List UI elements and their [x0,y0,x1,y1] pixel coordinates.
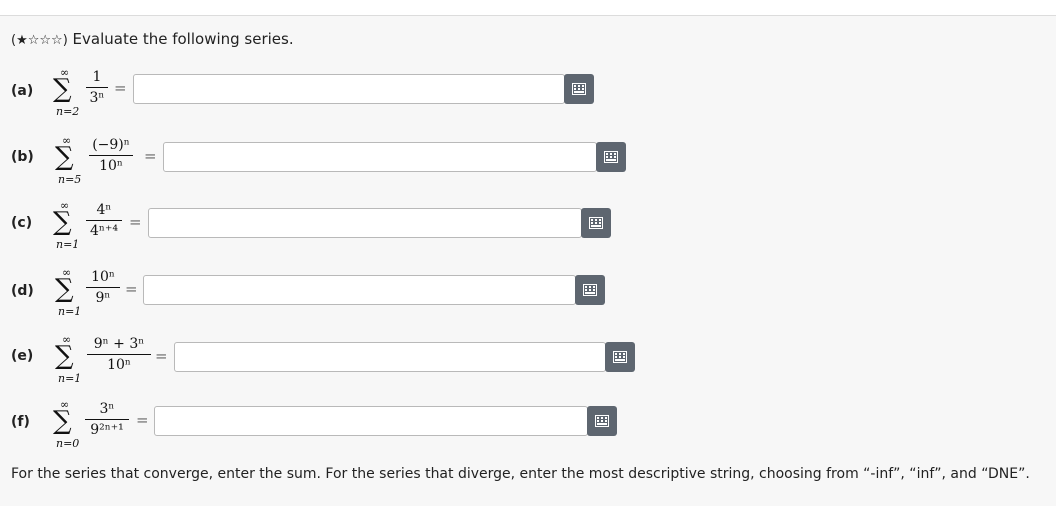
difficulty-stars: (★☆☆☆) [11,33,68,48]
sigma-icon: ∑ [53,406,72,436]
sigma-icon: ∑ [55,274,74,304]
sigma-icon: ∑ [55,341,74,371]
lower-limit: n=0 [56,437,80,450]
part-d: (d) ∞ ∑ n=1 10ⁿ 9ⁿ = [0,266,1056,336]
equals-sign: = [114,79,127,97]
equals-sign: = [129,213,142,231]
numerator: 4ⁿ [96,202,112,218]
math-keyboard-button-b[interactable] [596,142,626,172]
lower-limit: n=1 [58,305,82,318]
equals-sign: = [136,411,149,429]
answer-input-c[interactable] [148,208,582,238]
answer-input-b[interactable] [163,142,597,172]
part-label: (f) [11,414,30,430]
instructions-text: For the series that converge, enter the … [11,466,1030,482]
math-keyboard-button-a[interactable] [564,74,594,104]
sigma-icon: ∑ [53,74,72,104]
fraction-bar [86,220,122,221]
fraction: 4ⁿ 4ⁿ⁺⁴ [86,202,122,239]
fraction: 9ⁿ + 3ⁿ 10ⁿ [87,336,151,373]
part-c: (c) ∞ ∑ n=1 4ⁿ 4ⁿ⁺⁴ = [0,199,1056,269]
sigma-icon: ∑ [53,207,72,237]
question-prompt: (★☆☆☆) Evaluate the following series. [11,30,294,48]
keyboard-grid-icon [604,151,618,163]
fraction-bar [86,287,120,288]
fraction-bar [86,87,108,88]
fraction: 10ⁿ 9ⁿ [86,269,120,306]
numerator: (−9)ⁿ [92,137,130,153]
math-keyboard-button-c[interactable] [581,208,611,238]
prompt-text: Evaluate the following series. [72,30,294,48]
math-keyboard-button-e[interactable] [605,342,635,372]
keyboard-grid-icon [572,83,586,95]
denominator: 10ⁿ [107,357,131,373]
fraction: (−9)ⁿ 10ⁿ [89,137,133,174]
fraction-bar [87,354,151,355]
keyboard-grid-icon [583,284,597,296]
fraction-bar [85,419,129,420]
equals-sign: = [144,147,157,165]
part-a: (a) ∞ ∑ n=2 1 3ⁿ = [0,66,1056,136]
answer-input-e[interactable] [174,342,606,372]
equals-sign: = [125,280,138,298]
math-keyboard-button-d[interactable] [575,275,605,305]
part-label: (d) [11,283,34,299]
fraction: 1 3ⁿ [86,69,108,106]
fraction: 3ⁿ 9²ⁿ⁺¹ [85,401,129,438]
answer-input-a[interactable] [133,74,565,104]
math-keyboard-button-f[interactable] [587,406,617,436]
divider [0,15,1056,16]
numerator: 9ⁿ + 3ⁿ [93,336,145,352]
equals-sign: = [155,347,168,365]
denominator: 3ⁿ [89,90,105,106]
part-label: (b) [11,149,34,165]
keyboard-grid-icon [613,351,627,363]
keyboard-grid-icon [589,217,603,229]
sigma-icon: ∑ [55,142,74,172]
numerator: 10ⁿ [91,269,115,285]
lower-limit: n=2 [56,105,80,118]
numerator: 3ⁿ [99,401,115,417]
part-b: (b) ∞ ∑ n=5 (−9)ⁿ 10ⁿ = [0,134,1056,204]
answer-input-d[interactable] [143,275,576,305]
part-label: (c) [11,215,33,231]
numerator: 1 [92,69,102,85]
lower-limit: n=1 [58,372,82,385]
part-e: (e) ∞ ∑ n=1 9ⁿ + 3ⁿ 10ⁿ = [0,333,1056,403]
denominator: 9ⁿ [95,290,111,306]
part-label: (e) [11,348,34,364]
answer-input-f[interactable] [154,406,588,436]
denominator: 10ⁿ [99,158,123,174]
lower-limit: n=5 [58,173,82,186]
keyboard-grid-icon [595,415,609,427]
denominator: 9²ⁿ⁺¹ [90,422,124,438]
fraction-bar [89,155,133,156]
denominator: 4ⁿ⁺⁴ [90,223,118,239]
lower-limit: n=1 [56,238,80,251]
part-label: (a) [11,83,34,99]
part-f: (f) ∞ ∑ n=0 3ⁿ 9²ⁿ⁺¹ = [0,398,1056,468]
